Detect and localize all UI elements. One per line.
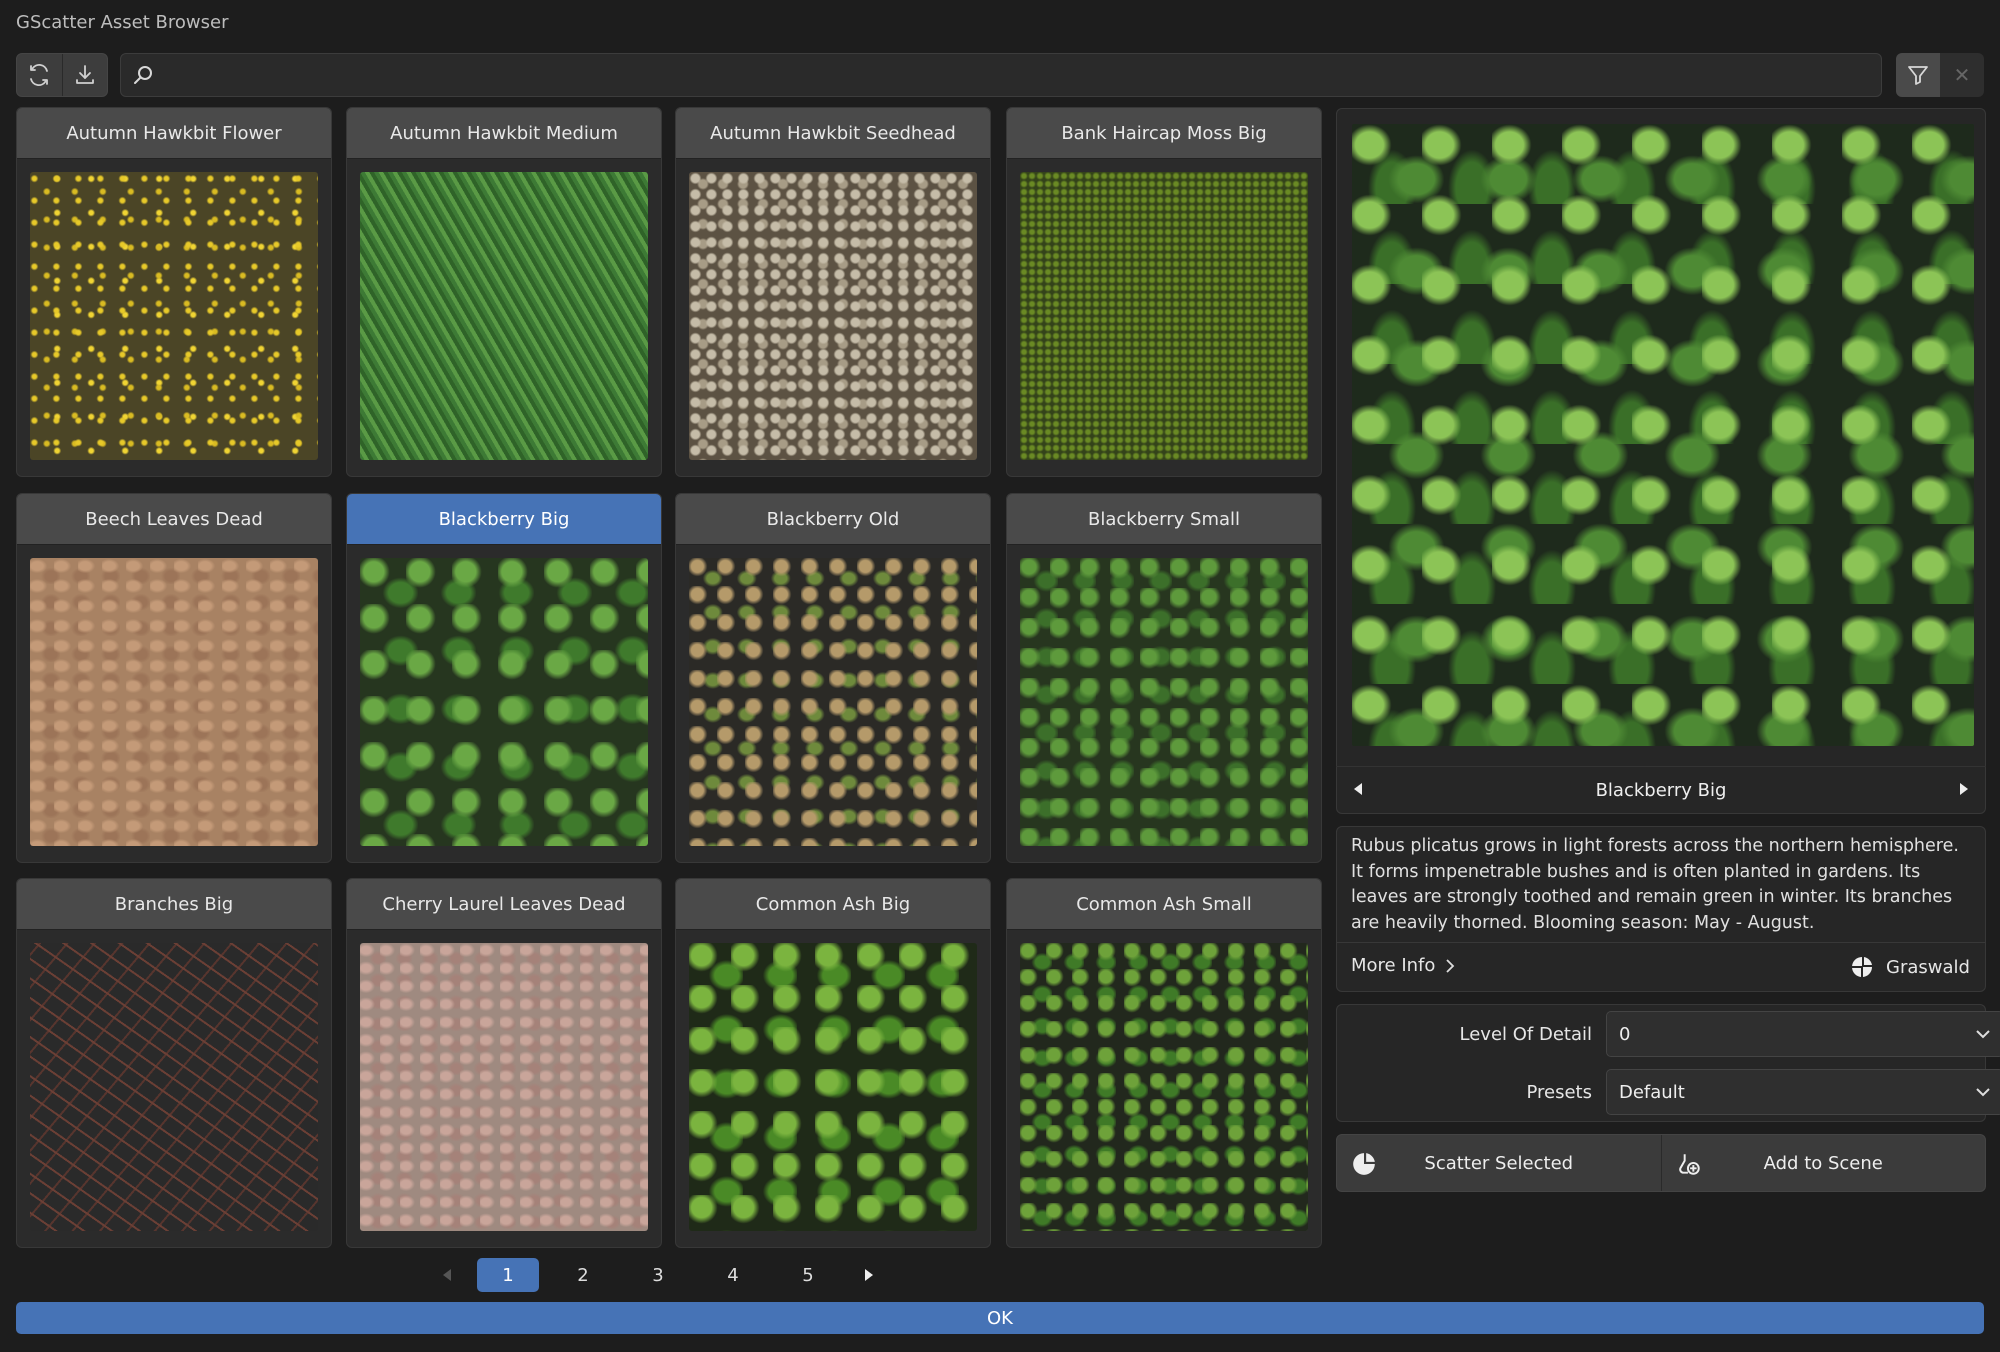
clear-filter-button[interactable]: ✕	[1940, 53, 1984, 97]
asset-title: Autumn Hawkbit Flower	[17, 108, 331, 159]
window-title: GScatter Asset Browser	[16, 12, 229, 33]
asset-title: Beech Leaves Dead	[17, 494, 331, 545]
prev-asset-button[interactable]	[1352, 781, 1364, 800]
asset-card[interactable]: Autumn Hawkbit Seedhead	[675, 107, 991, 477]
filter-icon	[1908, 66, 1928, 85]
asset-thumbnail	[360, 943, 648, 1231]
chevron-down-icon	[1976, 1030, 1990, 1039]
asset-card[interactable]: Blackberry Old	[675, 493, 991, 863]
asset-card[interactable]: Cherry Laurel Leaves Dead	[346, 878, 662, 1248]
asset-card-selected[interactable]: Blackberry Big	[346, 493, 662, 863]
download-icon	[75, 65, 94, 84]
asset-title: Blackberry Small	[1007, 494, 1321, 545]
triangle-left-icon	[1354, 783, 1362, 795]
more-info-label: More Info	[1351, 955, 1436, 976]
asset-thumbnail	[30, 943, 318, 1231]
toolbar-left	[16, 53, 108, 97]
page-button-4[interactable]: 4	[702, 1258, 764, 1292]
asset-card[interactable]: Autumn Hawkbit Flower	[16, 107, 332, 477]
lod-label: Level Of Detail	[1459, 1023, 1593, 1045]
vendor-link[interactable]: Graswald	[1850, 955, 1970, 979]
asset-title: Blackberry Old	[676, 494, 990, 545]
asset-thumbnail	[360, 558, 648, 846]
asset-card[interactable]: Common Ash Big	[675, 878, 991, 1248]
asset-title: Autumn Hawkbit Medium	[347, 108, 661, 159]
ok-button[interactable]: OK	[16, 1302, 1984, 1334]
search-input[interactable]	[163, 63, 1881, 87]
asset-card[interactable]: Branches Big	[16, 878, 332, 1248]
scatter-selected-button[interactable]: Scatter Selected	[1337, 1135, 1661, 1191]
presets-dropdown[interactable]: Default	[1606, 1069, 2000, 1115]
divider	[1337, 942, 1985, 943]
asset-card[interactable]: Autumn Hawkbit Medium	[346, 107, 662, 477]
asset-thumbnail	[30, 558, 318, 846]
add-to-scene-icon	[1678, 1154, 1700, 1175]
asset-thumbnail	[689, 172, 977, 460]
asset-title: Branches Big	[17, 879, 331, 930]
presets-label: Presets	[1526, 1081, 1592, 1103]
preview-image	[1352, 124, 1974, 746]
presets-value: Default	[1619, 1081, 1685, 1103]
presets-row: Presets Default	[1352, 1069, 2000, 1115]
scatter-icon	[1353, 1153, 1375, 1175]
asset-card[interactable]: Blackberry Small	[1006, 493, 1322, 863]
refresh-button[interactable]	[17, 54, 62, 96]
page-button-3[interactable]: 3	[627, 1258, 689, 1292]
page-button-1[interactable]: 1	[477, 1258, 539, 1292]
asset-card[interactable]: Common Ash Small	[1006, 878, 1322, 1248]
asset-title: Autumn Hawkbit Seedhead	[676, 108, 990, 159]
asset-card[interactable]: Bank Haircap Moss Big	[1006, 107, 1322, 477]
add-to-scene-button[interactable]: Add to Scene	[1660, 1135, 1986, 1191]
asset-thumbnail	[1020, 943, 1308, 1231]
lod-value: 0	[1619, 1023, 1631, 1045]
chevron-right-icon	[865, 1269, 873, 1281]
chevron-right-icon	[1446, 958, 1455, 973]
preview-title: Blackberry Big	[1595, 780, 1727, 801]
page-button-5[interactable]: 5	[777, 1258, 839, 1292]
asset-card[interactable]: Beech Leaves Dead	[16, 493, 332, 863]
filter-button[interactable]	[1896, 53, 1940, 97]
asset-title: Common Ash Big	[676, 879, 990, 930]
more-info-link[interactable]: More Info	[1351, 955, 1455, 976]
scatter-selected-label: Scatter Selected	[1424, 1152, 1574, 1174]
asset-title: Bank Haircap Moss Big	[1007, 108, 1321, 159]
asset-thumbnail	[1020, 558, 1308, 846]
next-page-button[interactable]	[852, 1258, 886, 1292]
pagination: 1 2 3 4 5	[430, 1258, 899, 1292]
action-bar: Scatter Selected Add to Scene	[1336, 1134, 1986, 1192]
lod-row: Level Of Detail 0	[1352, 1011, 2000, 1057]
graswald-logo-icon	[1852, 957, 1872, 977]
filter-group: ✕	[1896, 53, 1984, 97]
chevron-down-icon	[1976, 1088, 1990, 1097]
download-button[interactable]	[61, 54, 108, 96]
asset-thumbnail	[689, 943, 977, 1231]
asset-title: Blackberry Big	[347, 494, 661, 545]
lod-dropdown[interactable]: 0	[1606, 1011, 2000, 1057]
asset-title: Common Ash Small	[1007, 879, 1321, 930]
refresh-icon	[30, 64, 49, 86]
asset-thumbnail	[360, 172, 648, 460]
asset-thumbnail	[30, 172, 318, 460]
prev-page-button[interactable]	[430, 1258, 464, 1292]
asset-description: Rubus plicatus grows in light forests ac…	[1351, 836, 1959, 933]
vendor-name: Graswald	[1886, 956, 1970, 978]
asset-thumbnail	[689, 558, 977, 846]
chevron-left-icon	[443, 1269, 451, 1281]
search-bar[interactable]	[120, 53, 1882, 97]
triangle-right-icon	[1960, 783, 1968, 795]
search-icon	[134, 66, 152, 84]
page-button-2[interactable]: 2	[552, 1258, 614, 1292]
asset-thumbnail	[1020, 172, 1308, 460]
preview-navigation: Blackberry Big	[1336, 766, 1986, 814]
asset-title: Cherry Laurel Leaves Dead	[347, 879, 661, 930]
close-icon: ✕	[1953, 63, 1971, 87]
next-asset-button[interactable]	[1958, 781, 1970, 800]
add-to-scene-label: Add to Scene	[1763, 1152, 1883, 1174]
